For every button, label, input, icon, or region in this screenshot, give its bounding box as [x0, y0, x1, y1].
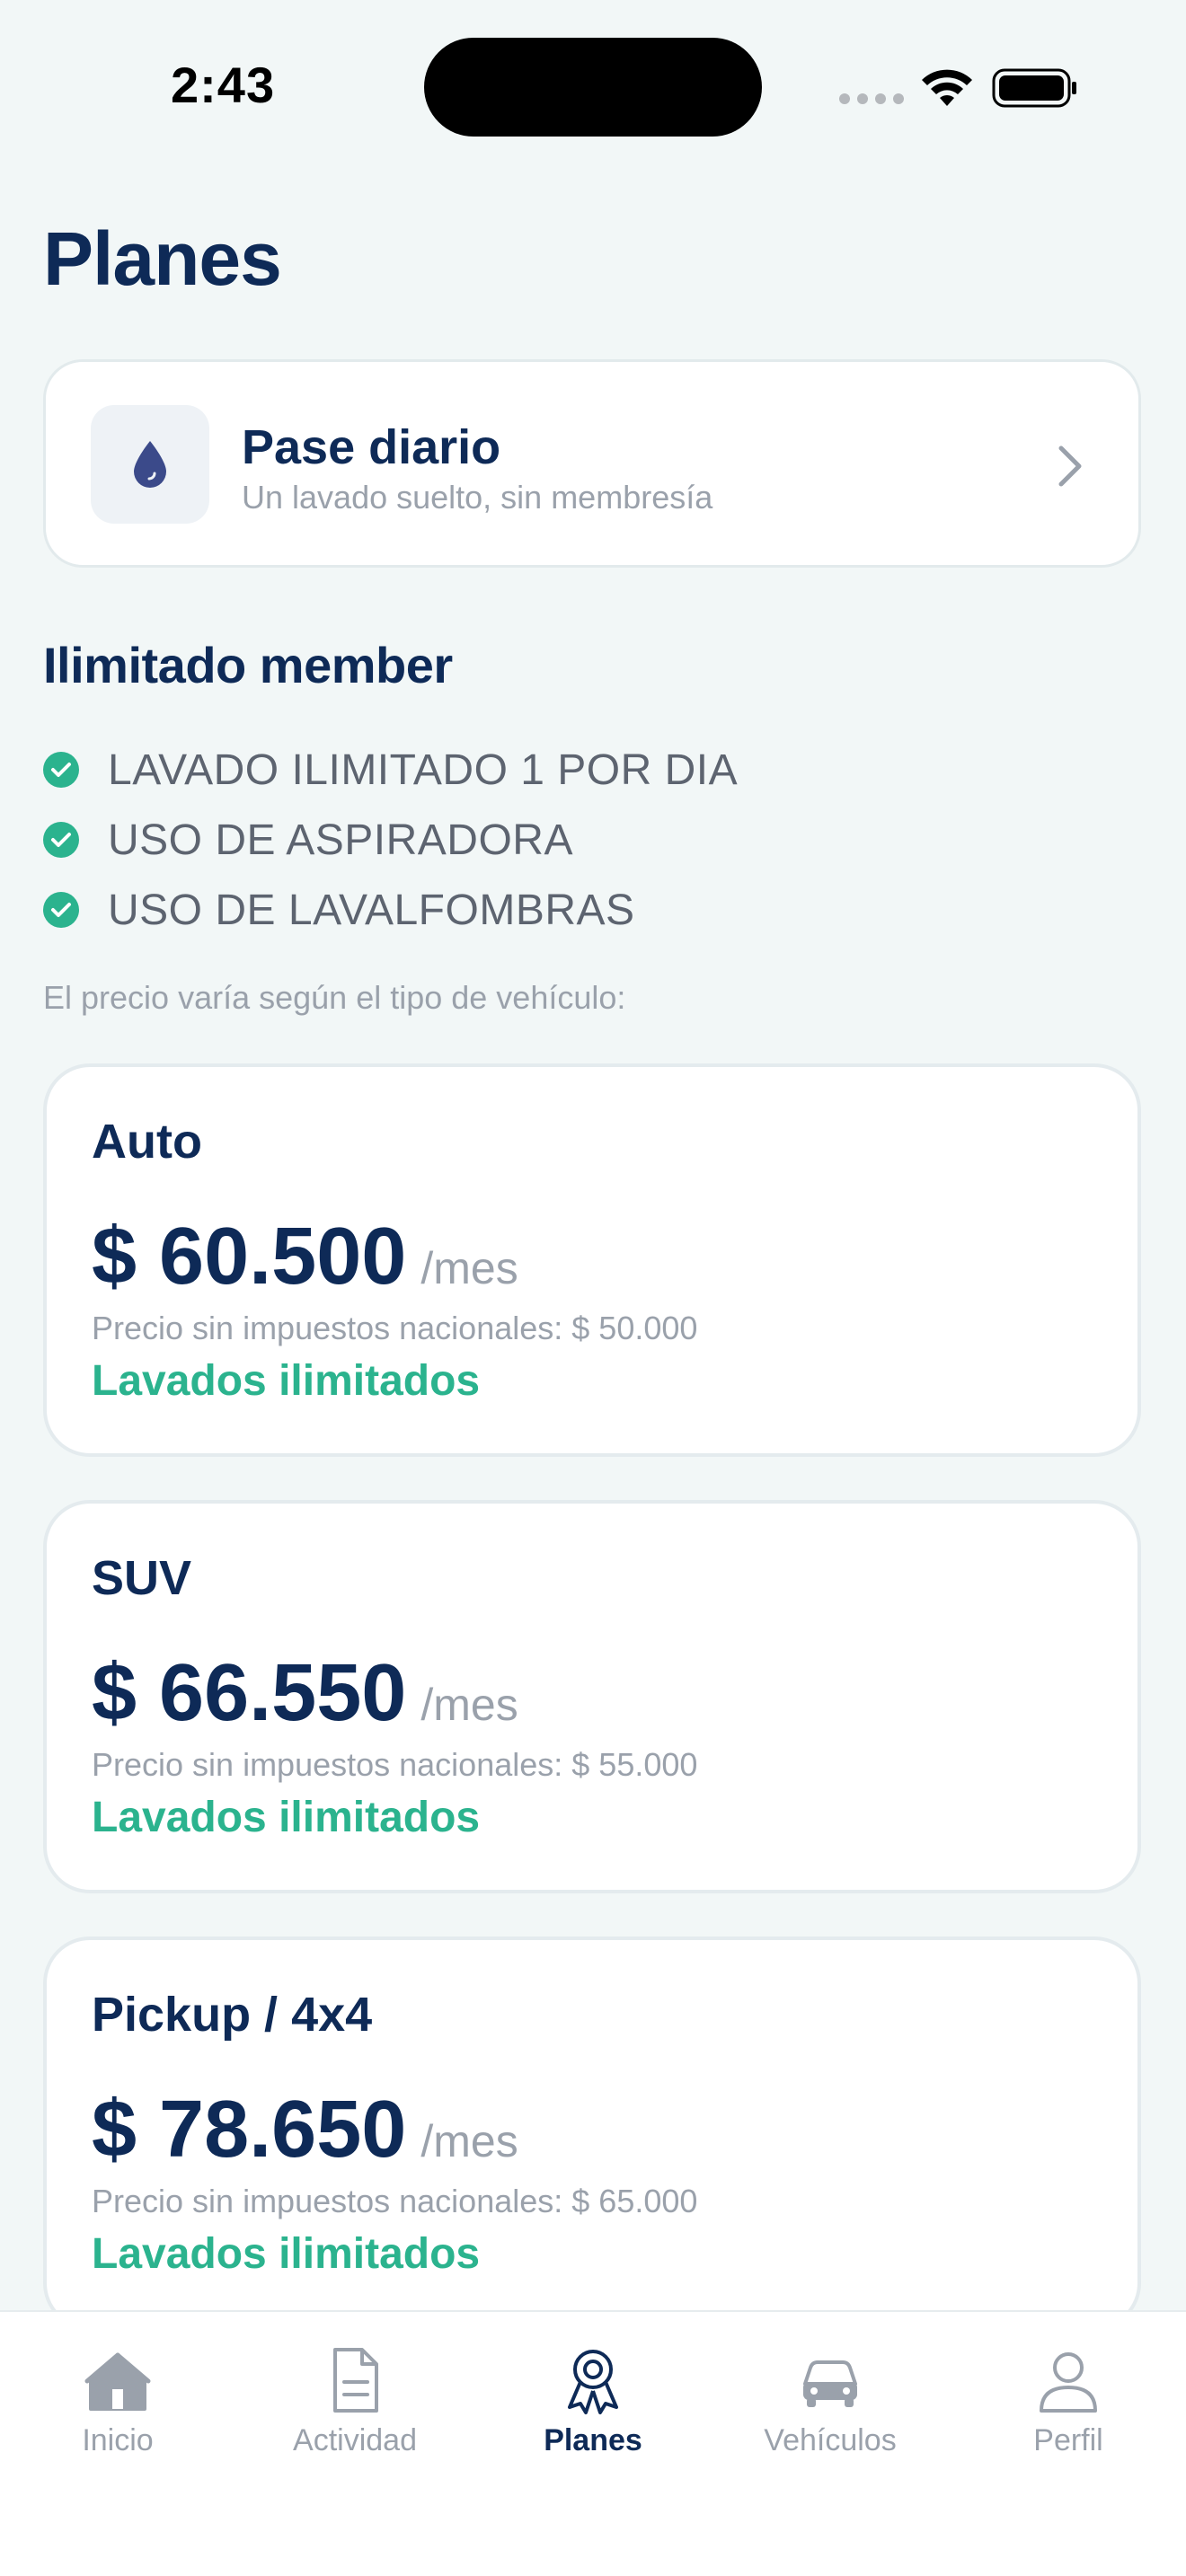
award-icon: [568, 2350, 618, 2414]
feature-item: LAVADO ILIMITADO 1 POR DIA: [43, 735, 738, 805]
document-icon: [333, 2348, 378, 2413]
nav-label: Vehículos: [764, 2423, 897, 2457]
plan-card-suv[interactable]: SUV $ 66.550 /mes Precio sin impuestos n…: [43, 1500, 1141, 1893]
nav-item-planes[interactable]: Planes: [494, 2344, 692, 2458]
feature-item: USO DE ASPIRADORA: [43, 805, 738, 875]
check-circle-icon: [43, 892, 79, 928]
plan-price-row: $ 66.550 /mes: [92, 1647, 518, 1740]
user-icon: [1040, 2352, 1097, 2413]
plan-feature: Lavados ilimitados: [92, 1357, 481, 1405]
water-drop-icon: [134, 441, 166, 488]
day-pass-subtitle: Un lavado suelto, sin membresía: [242, 479, 713, 516]
feature-text: USO DE LAVALFOMBRAS: [108, 886, 635, 934]
plan-price: $ 78.650: [92, 2085, 407, 2175]
plan-tax-note: Precio sin impuestos nacionales: $ 65.00…: [92, 2183, 698, 2219]
plan-period: /mes: [420, 1680, 518, 1730]
check-circle-icon: [43, 752, 79, 788]
plan-vehicle: SUV: [92, 1551, 192, 1605]
nav-label: Perfil: [1033, 2423, 1103, 2457]
nav-label: Actividad: [293, 2423, 417, 2457]
plan-vehicle: Pickup / 4x4: [92, 1988, 373, 2042]
chevron-right-icon: [1058, 446, 1082, 487]
home-icon: [84, 2352, 151, 2411]
plan-period: /mes: [420, 2116, 518, 2166]
day-pass-card[interactable]: Pase diario Un lavado suelto, sin membre…: [43, 359, 1141, 568]
nav-item-inicio[interactable]: Inicio: [19, 2344, 217, 2458]
battery-icon: [992, 68, 1076, 108]
dynamic-island: [424, 38, 762, 137]
status-time: 2:43: [171, 57, 276, 113]
page-title: Planes: [43, 216, 282, 301]
car-icon: [803, 2360, 857, 2407]
plan-price-row: $ 78.650 /mes: [92, 2084, 518, 2176]
nav-label: Planes: [544, 2423, 642, 2457]
nav-item-vehiculos[interactable]: Vehículos: [731, 2344, 929, 2458]
feature-list: LAVADO ILIMITADO 1 POR DIA USO DE ASPIRA…: [43, 735, 738, 945]
plan-feature: Lavados ilimitados: [92, 2230, 481, 2278]
status-bar: 2:43: [0, 0, 1186, 180]
feature-text: USO DE ASPIRADORA: [108, 816, 573, 864]
day-pass-icon-box: [91, 405, 209, 524]
plan-tax-note: Precio sin impuestos nacionales: $ 55.00…: [92, 1746, 698, 1783]
plan-tax-note: Precio sin impuestos nacionales: $ 50.00…: [92, 1310, 698, 1346]
plan-price-row: $ 60.500 /mes: [92, 1211, 518, 1303]
cellular-signal-icon: [839, 93, 904, 104]
membership-title: Ilimitado member: [43, 637, 453, 693]
feature-item: USO DE LAVALFOMBRAS: [43, 875, 738, 945]
nav-item-perfil[interactable]: Perfil: [969, 2344, 1167, 2458]
plan-price: $ 60.500: [92, 1212, 407, 1301]
bottom-nav: Inicio Actividad Planes Vehículos Perfil: [0, 2310, 1186, 2576]
plan-card-pickup[interactable]: Pickup / 4x4 $ 78.650 /mes Precio sin im…: [43, 1936, 1141, 2330]
feature-text: LAVADO ILIMITADO 1 POR DIA: [108, 745, 739, 794]
plan-price: $ 66.550: [92, 1648, 407, 1738]
plan-feature: Lavados ilimitados: [92, 1794, 481, 1841]
nav-item-actividad[interactable]: Actividad: [256, 2344, 454, 2458]
plan-card-auto[interactable]: Auto $ 60.500 /mes Precio sin impuestos …: [43, 1063, 1141, 1457]
wifi-icon: [922, 69, 972, 106]
plan-period: /mes: [420, 1243, 518, 1293]
check-circle-icon: [43, 822, 79, 858]
price-note: El precio varía según el tipo de vehícul…: [43, 979, 626, 1016]
day-pass-title: Pase diario: [242, 420, 501, 474]
nav-label: Inicio: [82, 2423, 154, 2457]
plan-vehicle: Auto: [92, 1115, 202, 1169]
